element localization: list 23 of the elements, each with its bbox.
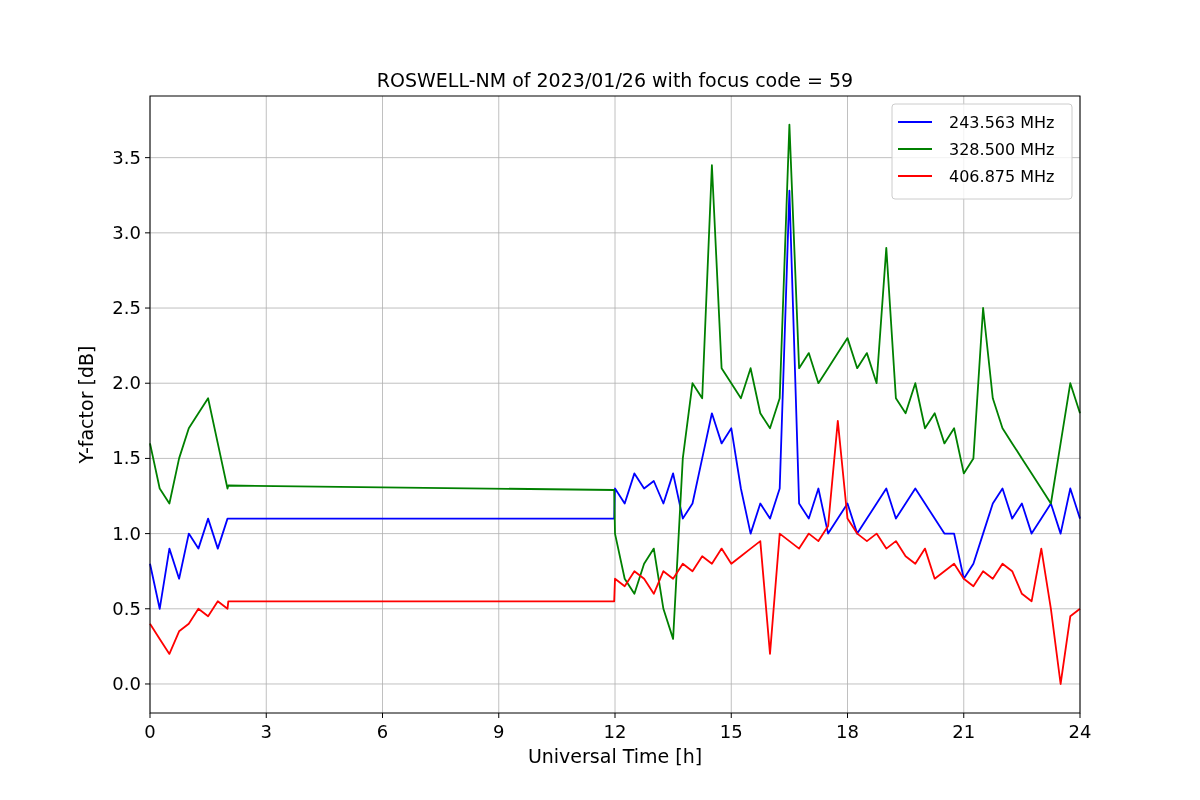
y-tick-label: 2.5 — [112, 297, 141, 319]
legend-label: 406.875 MHz — [949, 167, 1055, 186]
chart-title: ROSWELL-NM of 2023/01/26 with focus code = 59 — [376, 69, 854, 91]
x-axis-label: Universal Time [h] — [527, 745, 703, 767]
x-tick-label: 6 — [376, 721, 389, 742]
x-tick-label: 24 — [1068, 721, 1092, 742]
x-tick-label: 0 — [144, 721, 156, 742]
x-tick-label: 3 — [260, 721, 272, 742]
y-tick-label: 2.0 — [112, 372, 141, 394]
x-tick-label: 21 — [952, 721, 976, 742]
y-tick-label: 1.0 — [112, 522, 141, 544]
x-tick-label: 12 — [603, 721, 627, 742]
legend-label: 243.563 MHz — [949, 113, 1055, 132]
x-tick-label: 18 — [836, 721, 859, 742]
x-tick-label: 15 — [719, 721, 743, 742]
y-tick-label: 3.0 — [112, 221, 141, 243]
y-tick-label: 0.5 — [112, 597, 141, 619]
y-tick-label: 0.0 — [112, 673, 141, 694]
y-axis-label: Y-factor [dB] — [75, 345, 97, 464]
y-tick-label: 3.5 — [112, 146, 141, 168]
x-tick-label: 9 — [493, 721, 505, 742]
legend-label: 328.500 MHz — [949, 140, 1055, 159]
y-tick-label: 1.5 — [112, 447, 141, 469]
